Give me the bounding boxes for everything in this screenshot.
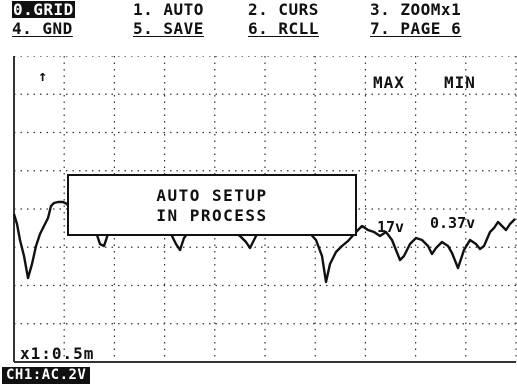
timebase-label: x1:0.5m	[20, 344, 95, 363]
menu-save[interactable]: 5. SAVE	[133, 20, 204, 37]
trigger-marker: ↑	[38, 67, 49, 85]
min-readout: 0.37v	[430, 214, 476, 232]
softkey-menu: 0.GRID 1. AUTO 2. CURS 3. ZOOMx1 4. GND …	[0, 0, 517, 56]
menu-grid[interactable]: 0.GRID	[12, 1, 75, 18]
menu-zoom[interactable]: 3. ZOOMx1	[370, 1, 461, 18]
min-label: MIN	[444, 73, 476, 92]
menu-auto[interactable]: 1. AUTO	[133, 1, 204, 18]
menu-recall[interactable]: 6. RCLL	[248, 20, 319, 37]
max-label: MAX	[373, 73, 405, 92]
auto-setup-dialog: AUTO SETUP IN PROCESS	[67, 174, 357, 236]
dialog-line-1: AUTO SETUP	[156, 186, 268, 205]
max-readout: 17v	[377, 218, 405, 236]
dialog-line-2: IN PROCESS	[156, 206, 268, 225]
menu-gnd[interactable]: 4. GND	[12, 20, 73, 37]
menu-cursor[interactable]: 2. CURS	[248, 1, 319, 18]
menu-page[interactable]: 7. PAGE 6	[370, 20, 461, 37]
channel-status: CH1:AC.2V	[2, 367, 91, 384]
